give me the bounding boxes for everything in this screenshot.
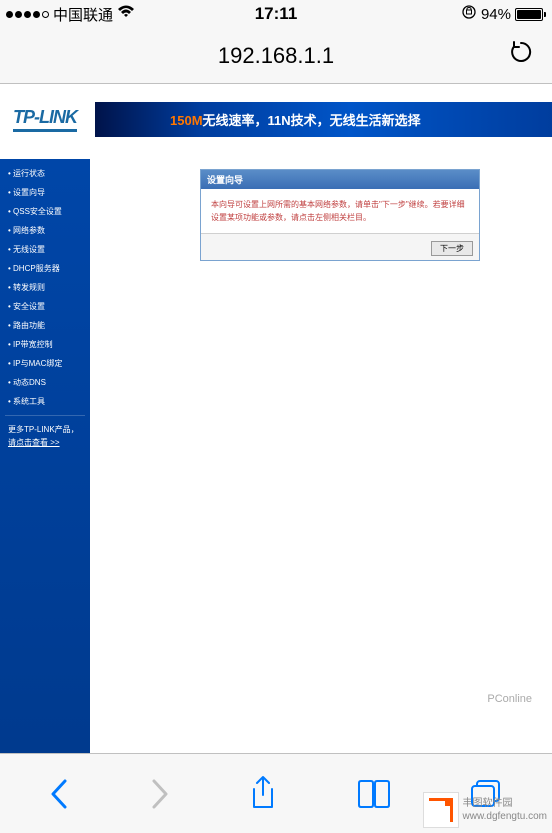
bookmarks-icon[interactable]	[356, 779, 392, 809]
sidebar-item-bandwidth[interactable]: IP带宽控制	[0, 335, 90, 354]
banner-slogan: 150M无线速率，11N技术，无线生活新选择	[170, 110, 421, 129]
reload-icon[interactable]	[508, 39, 534, 72]
sidebar-more[interactable]: 更多TP-LINK产品， 请点击查看 >>	[0, 420, 90, 454]
sidebar-item-ddns[interactable]: 动态DNS	[0, 373, 90, 392]
status-time: 17:11	[255, 4, 298, 24]
router-page: TP-LINK 150M无线速率，11N技术，无线生活新选择 运行状态 设置向导…	[0, 84, 552, 753]
carrier-label: 中国联通	[53, 4, 113, 25]
watermark: 丰图软件园 www.dgfengtu.com	[423, 792, 548, 828]
banner: TP-LINK 150M无线速率，11N技术，无线生活新选择	[0, 84, 552, 159]
wizard-panel: 设置向导 本向导可设置上网所需的基本网络参数，请单击"下一步"继续。若要详细设置…	[200, 169, 480, 261]
battery-pct: 94%	[481, 6, 511, 23]
sidebar-item-ipmac[interactable]: IP与MAC绑定	[0, 354, 90, 373]
share-icon[interactable]	[248, 775, 278, 813]
logo-box: TP-LINK	[5, 102, 85, 137]
sidebar-item-security[interactable]: 安全设置	[0, 297, 90, 316]
pconline-watermark: PConline	[487, 693, 532, 705]
watermark-text: 丰图软件园 www.dgfengtu.com	[463, 797, 548, 823]
sidebar-item-forward[interactable]: 转发规则	[0, 278, 90, 297]
sidebar-item-dhcp[interactable]: DHCP服务器	[0, 259, 90, 278]
signal-icon	[6, 11, 49, 18]
sidebar-item-qss[interactable]: QSS安全设置	[0, 202, 90, 221]
sidebar-item-routing[interactable]: 路由功能	[0, 316, 90, 335]
panel-body: 本向导可设置上网所需的基本网络参数，请单击"下一步"继续。若要详细设置某项功能或…	[201, 189, 479, 233]
panel-footer: 下一步	[201, 233, 479, 260]
status-right: 94%	[461, 4, 546, 24]
watermark-logo-icon	[423, 792, 459, 828]
url-text: 192.168.1.1	[218, 43, 334, 69]
content-area: 设置向导 本向导可设置上网所需的基本网络参数，请单击"下一步"继续。若要详细设置…	[90, 159, 552, 271]
ios-status-bar: 中国联通 17:11 94%	[0, 0, 552, 28]
sidebar: 运行状态 设置向导 QSS安全设置 网络参数 无线设置 DHCP服务器 转发规则…	[0, 159, 90, 753]
safari-address-bar[interactable]: 192.168.1.1	[0, 28, 552, 84]
back-icon[interactable]	[49, 777, 71, 811]
next-button[interactable]: 下一步	[431, 241, 473, 256]
orientation-lock-icon	[461, 4, 477, 24]
wifi-icon	[117, 5, 135, 23]
sidebar-item-status[interactable]: 运行状态	[0, 164, 90, 183]
sidebar-item-system[interactable]: 系统工具	[0, 392, 90, 411]
status-left: 中国联通	[6, 4, 135, 25]
forward-icon[interactable]	[148, 777, 170, 811]
logo-text: TP-LINK	[13, 107, 77, 132]
sidebar-item-wizard[interactable]: 设置向导	[0, 183, 90, 202]
sidebar-item-network[interactable]: 网络参数	[0, 221, 90, 240]
sidebar-item-wireless[interactable]: 无线设置	[0, 240, 90, 259]
panel-title: 设置向导	[201, 170, 479, 189]
battery-icon	[515, 8, 546, 21]
